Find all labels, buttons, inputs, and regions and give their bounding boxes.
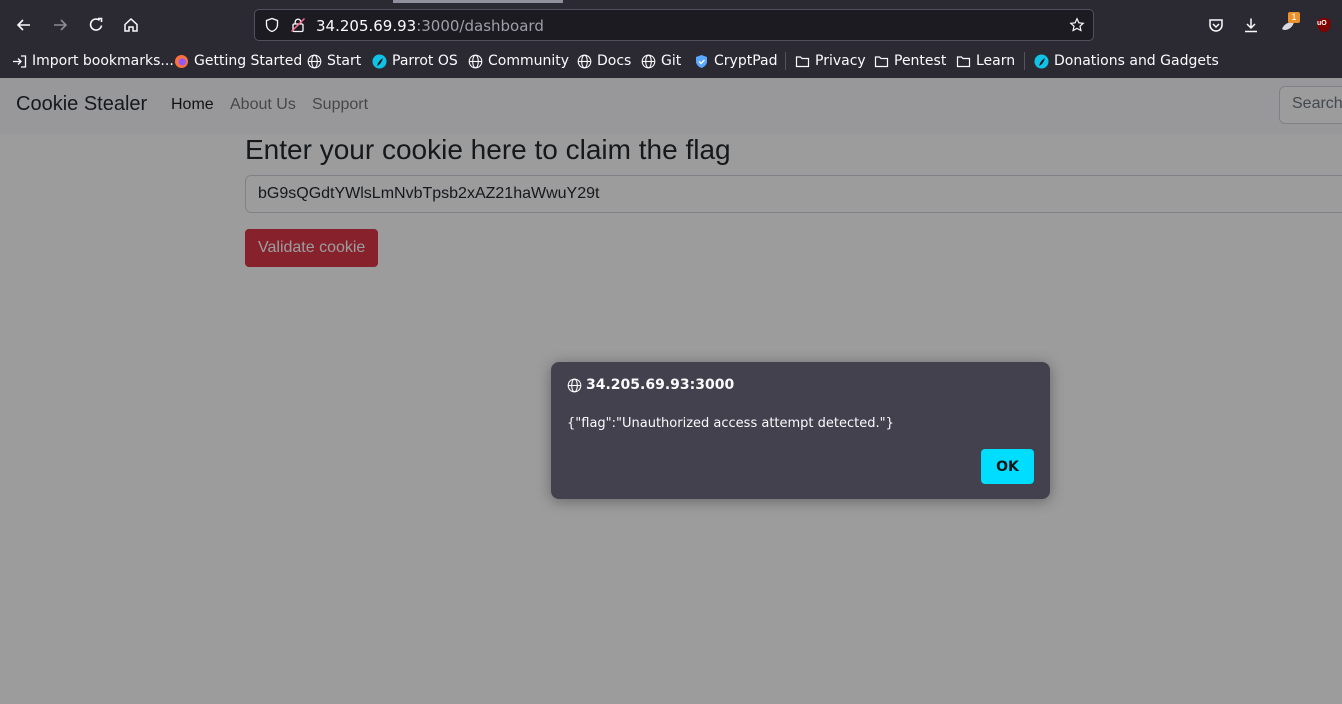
url-text[interactable]: 34.205.69.93:3000/dashboard <box>316 17 544 35</box>
bookmark-import[interactable]: Import bookmarks... <box>12 50 174 72</box>
home-icon <box>124 17 138 32</box>
reload-button[interactable] <box>80 9 112 41</box>
url-bar[interactable]: 34.205.69.93:3000/dashboard <box>254 9 1094 41</box>
bookmark-donations[interactable]: Donations and Gadgets <box>1034 50 1219 72</box>
alert-dialog: 34.205.69.93:3000 {"flag":"Unauthorized … <box>551 362 1050 499</box>
extension-badge: 1 <box>1288 12 1300 23</box>
reload-icon <box>89 17 103 31</box>
arrow-right-icon <box>54 19 68 31</box>
bookmark-label: Docs <box>597 53 632 69</box>
bookmark-label: CryptPad <box>714 53 778 69</box>
bookmark-git[interactable]: Git <box>641 50 681 72</box>
download-icon <box>1245 18 1257 33</box>
bookmark-start[interactable]: Start <box>307 50 361 72</box>
globe-icon <box>641 54 656 68</box>
active-tab-indicator <box>393 0 563 3</box>
globe-icon <box>567 378 582 392</box>
parrot-icon <box>372 54 387 68</box>
insecure-lock-icon[interactable] <box>290 17 306 33</box>
navigation-toolbar: 34.205.69.93:3000/dashboard 1 uO <box>0 5 1342 45</box>
folder-icon <box>956 55 971 67</box>
folder-icon <box>795 55 810 67</box>
forward-button[interactable] <box>44 9 76 41</box>
bookmark-cryptpad[interactable]: CryptPad <box>694 50 777 72</box>
bookmark-label: Getting Started <box>194 53 303 69</box>
globe-icon <box>468 54 483 68</box>
parrot-icon <box>1034 54 1049 68</box>
ok-button[interactable]: OK <box>981 449 1034 484</box>
bookmark-folder-pentest[interactable]: Pentest <box>874 50 946 72</box>
bookmark-folder-privacy[interactable]: Privacy <box>795 50 866 72</box>
bookmark-star-icon[interactable] <box>1069 17 1085 33</box>
bookmark-folder-learn[interactable]: Learn <box>956 50 1015 72</box>
ublock-label: uO <box>1317 20 1327 27</box>
bookmark-label: Donations and Gadgets <box>1054 53 1219 69</box>
shield-icon <box>696 54 707 68</box>
folder-icon <box>874 55 889 67</box>
browser-chrome: 34.205.69.93:3000/dashboard 1 uO Import … <box>0 0 1342 78</box>
bookmark-label: Parrot OS <box>392 53 458 69</box>
back-button[interactable] <box>8 9 40 41</box>
bookmark-separator <box>785 52 786 70</box>
bookmark-label: Git <box>661 53 682 69</box>
bookmark-docs[interactable]: Docs <box>577 50 631 72</box>
bookmark-label: Learn <box>976 53 1016 69</box>
extension-button[interactable]: 1 <box>1272 9 1304 41</box>
arrow-left-icon <box>16 19 30 31</box>
url-path: :3000/dashboard <box>416 17 544 35</box>
pocket-icon <box>1209 19 1223 32</box>
url-host: 34.205.69.93 <box>316 17 417 35</box>
bookmark-label: Import bookmarks... <box>32 53 174 69</box>
pocket-button[interactable] <box>1200 9 1232 41</box>
bookmark-community[interactable]: Community <box>468 50 569 72</box>
globe-icon <box>577 54 592 68</box>
bookmark-label: Start <box>327 53 362 69</box>
bookmark-separator <box>1024 52 1025 70</box>
dialog-origin: 34.205.69.93:3000 <box>586 377 735 393</box>
dialog-message: {"flag":"Unauthorized access attempt det… <box>567 416 894 431</box>
bookmarks-toolbar: Import bookmarks... Getting Started Star… <box>0 50 1342 72</box>
import-icon <box>13 54 27 68</box>
firefox-icon <box>175 54 188 68</box>
downloads-button[interactable] <box>1235 9 1267 41</box>
dialog-title: 34.205.69.93:3000 <box>567 377 734 393</box>
ublock-button[interactable]: uO <box>1308 9 1340 41</box>
bookmark-label: Privacy <box>815 53 866 69</box>
tracking-protection-shield-icon[interactable] <box>264 17 280 33</box>
bookmark-parrot-os[interactable]: Parrot OS <box>372 50 458 72</box>
bookmark-getting-started[interactable]: Getting Started <box>174 50 302 72</box>
globe-icon <box>307 54 322 68</box>
bookmark-label: Community <box>488 53 570 69</box>
bookmark-label: Pentest <box>894 53 947 69</box>
home-button[interactable] <box>115 9 147 41</box>
